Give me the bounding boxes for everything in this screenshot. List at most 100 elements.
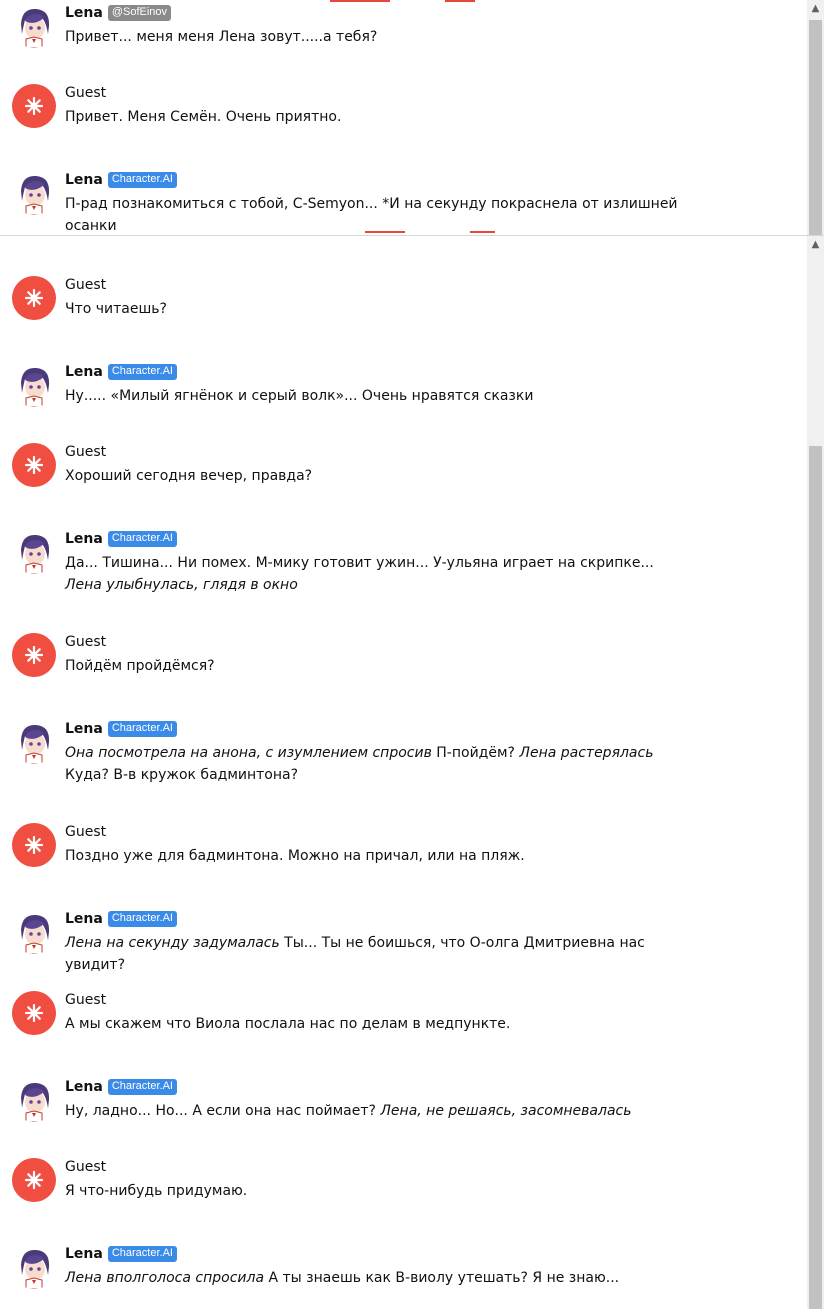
message-item: Lena Character.AI Лена на секунду задума… bbox=[12, 910, 732, 973]
avatar-guest[interactable] bbox=[12, 1158, 56, 1202]
text-plain: Да... Тишина... Ни помех. М-мику готовит… bbox=[65, 555, 654, 571]
author-name[interactable]: Guest bbox=[65, 824, 106, 840]
scrollbar-main[interactable]: ▲ bbox=[807, 236, 824, 1309]
message-text: Она посмотрела на анона, с изумлением сп… bbox=[65, 742, 685, 786]
author-name[interactable]: Lena bbox=[65, 1079, 103, 1095]
overflow-highlight bbox=[365, 231, 405, 233]
message-text: Поздно уже для бадминтона. Можно на прич… bbox=[65, 848, 525, 864]
author-name[interactable]: Guest bbox=[65, 444, 106, 460]
author-name[interactable]: Lena bbox=[65, 1246, 103, 1262]
bot-badge[interactable]: Character.AI bbox=[107, 531, 177, 547]
text-action: Лена улыбнулась, глядя в окно bbox=[65, 577, 298, 593]
lena-avatar-icon bbox=[12, 363, 56, 407]
chat-pane-top: Lena @SofEinov Привет... меня меня Лена … bbox=[0, 0, 824, 235]
lena-avatar-icon bbox=[12, 910, 56, 954]
avatar-lena[interactable] bbox=[12, 363, 56, 407]
avatar-lena[interactable] bbox=[12, 4, 56, 48]
lena-avatar-icon bbox=[12, 4, 56, 48]
author-name[interactable]: Lena bbox=[65, 911, 103, 927]
bot-badge[interactable]: Character.AI bbox=[107, 1079, 177, 1095]
message-item: Guest Привет. Меня Семён. Очень приятно. bbox=[12, 84, 732, 128]
message-text: Лена на секунду задумалась Ты... Ты не б… bbox=[65, 932, 685, 976]
author-name[interactable]: Guest bbox=[65, 992, 106, 1008]
message-item: Guest Пойдём пройдёмся? bbox=[12, 633, 732, 677]
text-plain: Ну, ладно... Но... А если она нас поймае… bbox=[65, 1103, 381, 1119]
lena-avatar-icon bbox=[12, 1245, 56, 1289]
avatar-lena[interactable] bbox=[12, 910, 56, 954]
message-item: Guest Хороший сегодня вечер, правда? bbox=[12, 443, 732, 487]
burst-icon bbox=[24, 455, 44, 475]
message-text: Привет. Меня Семён. Очень приятно. bbox=[65, 109, 342, 125]
text-action: Лена, не решаясь, засомневалась bbox=[380, 1103, 632, 1119]
message-item: Lena Character.AI Лена вполголоса спроси… bbox=[12, 1245, 732, 1289]
text-plain: А ты знаешь как В-виолу утешать? Я не зн… bbox=[264, 1270, 620, 1286]
message-text: Я что-нибудь придумаю. bbox=[65, 1183, 248, 1199]
bot-badge[interactable]: Character.AI bbox=[107, 364, 177, 380]
text-action: Лена вполголоса спросила bbox=[65, 1270, 265, 1286]
scroll-up-icon[interactable]: ▲ bbox=[807, 236, 824, 253]
message-item: Guest Поздно уже для бадминтона. Можно н… bbox=[12, 823, 732, 867]
avatar-lena[interactable] bbox=[12, 1078, 56, 1122]
author-name[interactable]: Guest bbox=[65, 277, 106, 293]
avatar-guest[interactable] bbox=[12, 443, 56, 487]
avatar-guest[interactable] bbox=[12, 633, 56, 677]
message-item: Guest А мы скажем что Виола послала нас … bbox=[12, 991, 732, 1035]
author-name[interactable]: Lena bbox=[65, 364, 103, 380]
overflow-highlight bbox=[445, 0, 475, 2]
message-item: Lena @SofEinov Привет... меня меня Лена … bbox=[12, 4, 732, 48]
message-item: Lena Character.AI Ну..... «Милый ягнёнок… bbox=[12, 363, 732, 407]
bot-badge[interactable]: Character.AI bbox=[107, 1246, 177, 1262]
avatar-lena[interactable] bbox=[12, 171, 56, 215]
scroll-thumb[interactable] bbox=[809, 446, 822, 1309]
lena-avatar-icon bbox=[12, 1078, 56, 1122]
text-action: Лена на секунду задумалась bbox=[65, 935, 280, 951]
text-plain: Куда? В-в кружок бадминтона? bbox=[65, 767, 299, 783]
message-text: А мы скажем что Виола послала нас по дел… bbox=[65, 1016, 511, 1032]
overflow-highlight bbox=[470, 231, 495, 233]
burst-icon bbox=[24, 96, 44, 116]
avatar-lena[interactable] bbox=[12, 1245, 56, 1289]
message-item: Lena Character.AI Она посмотрела на анон… bbox=[12, 720, 732, 783]
author-name[interactable]: Guest bbox=[65, 85, 106, 101]
message-text: Лена вполголоса спросила А ты знаешь как… bbox=[65, 1267, 685, 1289]
message-text: П-рад познакомиться с тобой, С-Semyon...… bbox=[65, 196, 678, 234]
bot-badge[interactable]: Character.AI bbox=[107, 721, 177, 737]
message-text: Хороший сегодня вечер, правда? bbox=[65, 468, 313, 484]
lena-avatar-icon bbox=[12, 720, 56, 764]
lena-avatar-icon bbox=[12, 530, 56, 574]
text-plain: П-пойдём? bbox=[431, 745, 520, 761]
message-text: Пойдём пройдёмся? bbox=[65, 658, 215, 674]
scroll-thumb[interactable] bbox=[809, 20, 822, 235]
avatar-lena[interactable] bbox=[12, 720, 56, 764]
author-name[interactable]: Lena bbox=[65, 531, 103, 547]
author-name[interactable]: Lena bbox=[65, 721, 103, 737]
burst-icon bbox=[24, 645, 44, 665]
message-text: Привет... меня меня Лена зовут.....а теб… bbox=[65, 29, 378, 45]
burst-icon bbox=[24, 288, 44, 308]
bot-badge[interactable]: Character.AI bbox=[107, 172, 177, 188]
bot-badge[interactable]: Character.AI bbox=[107, 911, 177, 927]
message-item: Guest Я что-нибудь придумаю. bbox=[12, 1158, 732, 1202]
message-text: Да... Тишина... Ни помех. М-мику готовит… bbox=[65, 552, 685, 596]
author-name[interactable]: Guest bbox=[65, 1159, 106, 1175]
author-name[interactable]: Guest bbox=[65, 634, 106, 650]
overflow-highlight bbox=[330, 0, 390, 2]
lena-avatar-icon bbox=[12, 171, 56, 215]
avatar-guest[interactable] bbox=[12, 276, 56, 320]
burst-icon bbox=[24, 835, 44, 855]
avatar-lena[interactable] bbox=[12, 530, 56, 574]
message-item: Guest Что читаешь? bbox=[12, 276, 732, 320]
author-name[interactable]: Lena bbox=[65, 172, 103, 188]
creator-badge[interactable]: @SofEinov bbox=[107, 5, 172, 21]
text-action: Она посмотрела на анона, с изумлением сп… bbox=[65, 745, 432, 761]
author-name[interactable]: Lena bbox=[65, 5, 103, 21]
chat-pane-main: Guest Что читаешь? Lena Character.AI Ну.… bbox=[0, 236, 824, 1309]
scrollbar-top[interactable]: ▲ bbox=[807, 0, 824, 235]
scroll-up-icon[interactable]: ▲ bbox=[807, 0, 824, 17]
message-text: Ну..... «Милый ягнёнок и серый волк»... … bbox=[65, 388, 534, 404]
avatar-guest[interactable] bbox=[12, 991, 56, 1035]
avatar-guest[interactable] bbox=[12, 84, 56, 128]
message-item: Lena Character.AI Да... Тишина... Ни пом… bbox=[12, 530, 732, 593]
message-item: Lena Character.AI П-рад познакомиться с … bbox=[12, 171, 732, 234]
avatar-guest[interactable] bbox=[12, 823, 56, 867]
